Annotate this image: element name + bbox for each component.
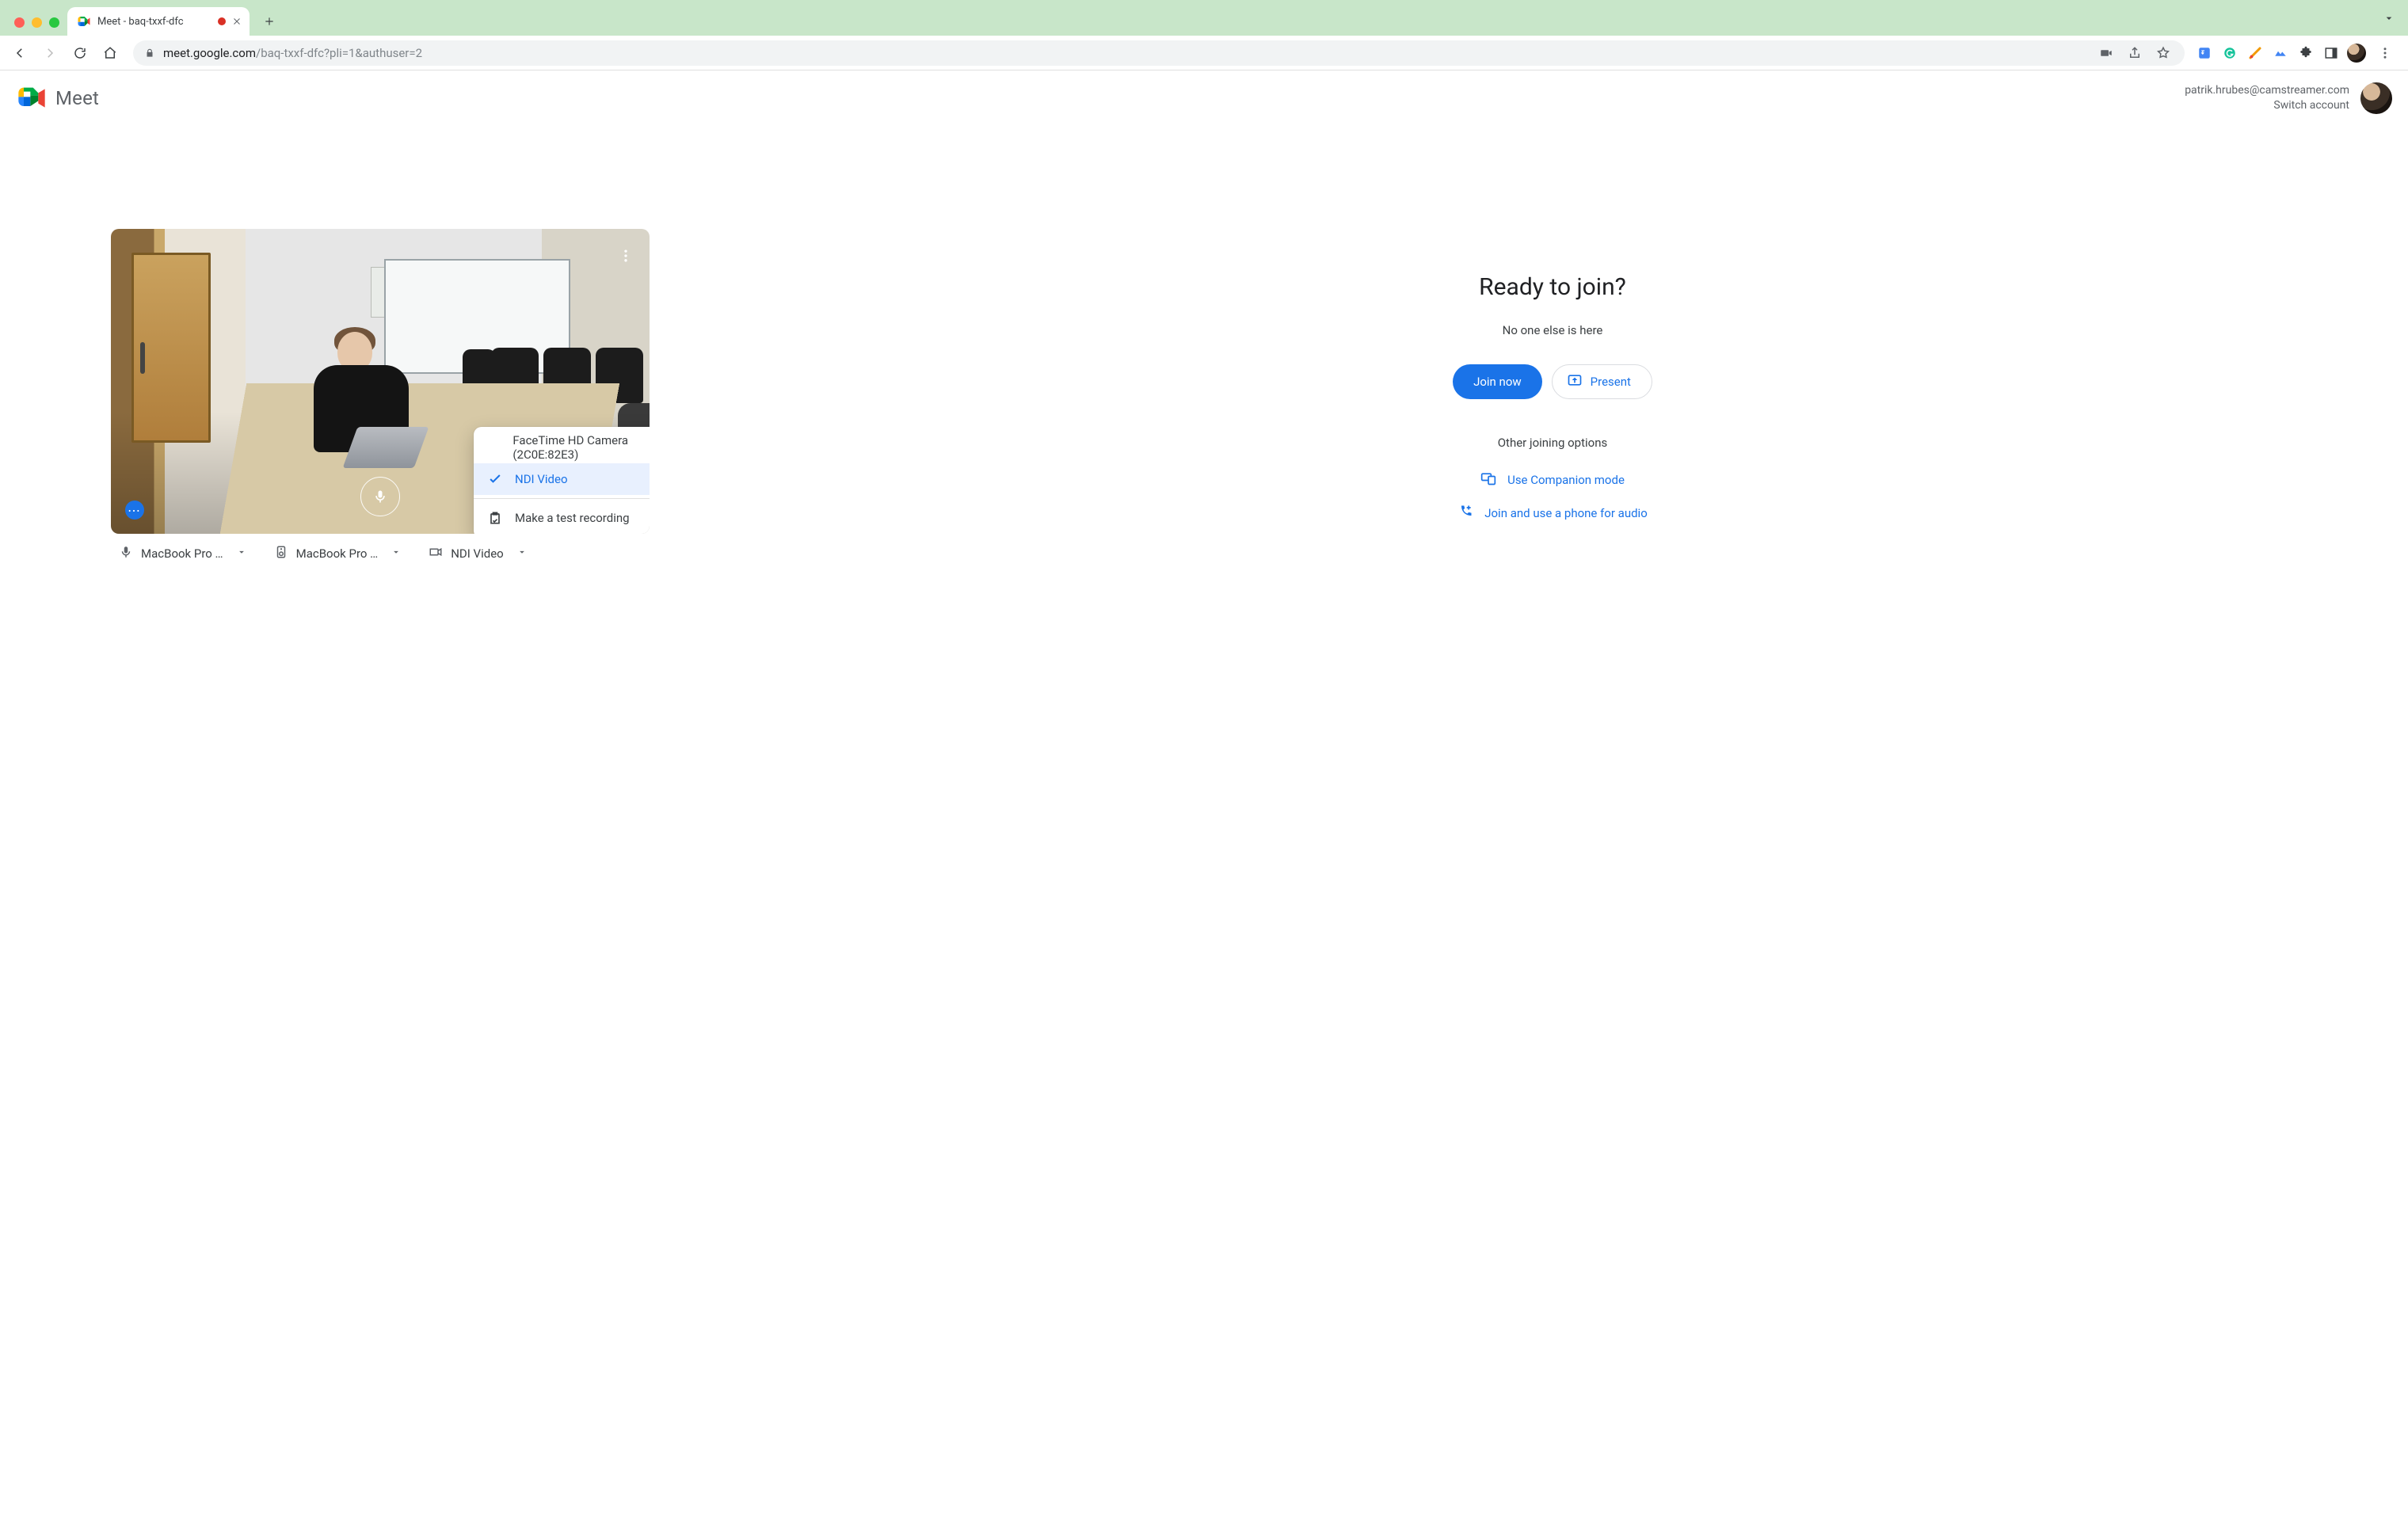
caret-down-icon xyxy=(391,546,402,561)
tab-close-button[interactable] xyxy=(232,17,242,26)
present-button[interactable]: Present xyxy=(1552,364,1652,399)
share-button-icon[interactable] xyxy=(2124,43,2145,63)
video-more-button[interactable] xyxy=(618,248,634,267)
microphone-selector[interactable]: MacBook Pro … xyxy=(119,545,247,562)
button-label: Join now xyxy=(1473,375,1522,389)
browser-tab[interactable]: Meet - baq-txxf-dfc xyxy=(67,7,250,36)
window-zoom-button[interactable] xyxy=(49,17,59,28)
menu-separator xyxy=(474,498,650,499)
extension-grammarly-icon[interactable] xyxy=(2219,43,2240,63)
brand-word: Meet xyxy=(55,87,99,109)
chrome-menu-button[interactable] xyxy=(2372,40,2398,67)
bookmark-star-icon[interactable] xyxy=(2153,43,2174,63)
companion-icon xyxy=(1480,470,1496,489)
url-text: meet.google.com/baq-txxf-dfc?pli=1&authu… xyxy=(163,46,422,60)
device-label: MacBook Pro … xyxy=(296,546,379,561)
other-options-heading: Other joining options xyxy=(1498,436,1608,450)
nav-home-button[interactable] xyxy=(97,40,124,67)
content: ⋯ FaceTime HD Camera (2C0E:82E3) NDI Vid xyxy=(0,126,2408,562)
present-icon xyxy=(1567,372,1583,391)
extensions-puzzle-icon[interactable] xyxy=(2296,43,2316,63)
page: Meet patrik.hrubes@camstreamer.com Switc… xyxy=(0,70,2408,1519)
camera-permission-icon[interactable] xyxy=(2096,43,2117,63)
caret-down-icon xyxy=(516,546,528,561)
meet-favicon-icon xyxy=(77,14,91,29)
side-panel-icon[interactable] xyxy=(2321,43,2341,63)
extension-row xyxy=(2194,40,2402,67)
video-preview: ⋯ FaceTime HD Camera (2C0E:82E3) NDI Vid xyxy=(111,229,650,534)
video-speaking-badge-icon: ⋯ xyxy=(125,501,144,520)
phone-plus-icon xyxy=(1457,504,1473,523)
meet-brand[interactable]: Meet xyxy=(16,85,99,112)
nav-back-button[interactable] xyxy=(6,40,33,67)
window-minimize-button[interactable] xyxy=(32,17,42,28)
device-label: MacBook Pro … xyxy=(141,546,223,561)
video-column: ⋯ FaceTime HD Camera (2C0E:82E3) NDI Vid xyxy=(111,229,650,562)
window-controls xyxy=(6,17,67,36)
participants-status: No one else is here xyxy=(1503,323,1603,337)
microphone-icon xyxy=(119,545,133,562)
join-now-button[interactable]: Join now xyxy=(1453,364,1542,399)
extension-3-icon[interactable] xyxy=(2245,43,2265,63)
extension-4-icon[interactable] xyxy=(2270,43,2291,63)
site-lock-icon[interactable] xyxy=(144,48,155,59)
nav-forward-button[interactable] xyxy=(36,40,63,67)
account-email: patrik.hrubes@camstreamer.com xyxy=(2185,83,2349,98)
camera-icon xyxy=(429,545,443,562)
browser-toolbar: meet.google.com/baq-txxf-dfc?pli=1&authu… xyxy=(0,36,2408,70)
cta-row: Join now Present xyxy=(1453,364,1652,399)
tab-list-button[interactable] xyxy=(2383,12,2395,28)
check-icon xyxy=(486,471,504,487)
account-avatar[interactable] xyxy=(2360,82,2392,114)
menu-item-label: Make a test recording xyxy=(515,511,630,525)
camera-option-ndi[interactable]: NDI Video xyxy=(474,463,650,495)
speaker-icon xyxy=(274,545,288,562)
device-selector-bar: MacBook Pro … MacBook Pro … NDI Video xyxy=(111,534,650,562)
button-label: Present xyxy=(1591,375,1631,389)
switch-account-link[interactable]: Switch account xyxy=(2185,98,2349,113)
camera-option-facetime[interactable]: FaceTime HD Camera (2C0E:82E3) xyxy=(474,432,650,463)
toggle-microphone-button[interactable] xyxy=(360,477,400,516)
link-label: Join and use a phone for audio xyxy=(1484,506,1648,520)
browser-chrome: Meet - baq-txxf-dfc meet.google.com/baq-… xyxy=(0,0,2408,70)
tab-title: Meet - baq-txxf-dfc xyxy=(97,16,211,28)
window-close-button[interactable] xyxy=(14,17,25,28)
extension-translate-icon[interactable] xyxy=(2194,43,2215,63)
meet-topbar: Meet patrik.hrubes@camstreamer.com Switc… xyxy=(0,70,2408,126)
clipboard-icon xyxy=(486,510,504,526)
speaker-selector[interactable]: MacBook Pro … xyxy=(274,545,402,562)
caret-down-icon xyxy=(236,546,247,561)
url-path: /baq-txxf-dfc?pli=1&authuser=2 xyxy=(256,46,422,60)
tab-strip: Meet - baq-txxf-dfc xyxy=(0,0,2408,36)
device-label: NDI Video xyxy=(451,546,504,561)
camera-selection-menu: FaceTime HD Camera (2C0E:82E3) NDI Video… xyxy=(474,427,650,534)
companion-mode-link[interactable]: Use Companion mode xyxy=(1480,470,1625,489)
join-panel: Ready to join? No one else is here Join … xyxy=(745,229,2360,537)
camera-selector[interactable]: NDI Video xyxy=(429,545,528,562)
new-tab-button[interactable] xyxy=(257,10,281,33)
url-host: meet.google.com xyxy=(163,46,256,60)
make-test-recording[interactable]: Make a test recording xyxy=(474,502,650,534)
meet-logo-icon xyxy=(16,85,48,112)
profile-avatar-small[interactable] xyxy=(2346,43,2367,63)
menu-item-label: NDI Video xyxy=(515,472,568,486)
page-title: Ready to join? xyxy=(1479,273,1626,301)
menu-item-label: FaceTime HD Camera (2C0E:82E3) xyxy=(512,433,650,462)
phone-audio-link[interactable]: Join and use a phone for audio xyxy=(1457,504,1648,523)
address-bar[interactable]: meet.google.com/baq-txxf-dfc?pli=1&authu… xyxy=(133,40,2185,66)
link-label: Use Companion mode xyxy=(1507,473,1625,487)
nav-reload-button[interactable] xyxy=(67,40,93,67)
account-area: patrik.hrubes@camstreamer.com Switch acc… xyxy=(2185,82,2392,114)
recording-indicator-icon xyxy=(218,17,226,25)
